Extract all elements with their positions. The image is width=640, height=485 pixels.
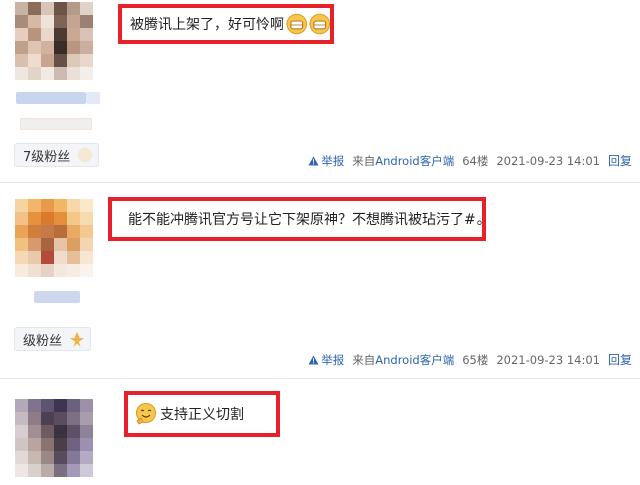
source: 来自Android客户端 bbox=[352, 153, 454, 169]
floor-number: 65楼 bbox=[462, 352, 489, 367]
username-blurred[interactable] bbox=[16, 92, 86, 104]
report-button[interactable]: 举报 bbox=[308, 352, 344, 368]
highlighted-comment: 被腾讯上架了，好可怜啊 bbox=[118, 4, 334, 44]
fan-level-label: 7级粉丝 bbox=[23, 149, 71, 165]
avatar[interactable] bbox=[15, 399, 93, 477]
client-link[interactable]: Android客户端 bbox=[375, 154, 454, 168]
avatar[interactable] bbox=[15, 199, 93, 277]
report-label: 举报 bbox=[321, 153, 345, 168]
warning-icon bbox=[308, 156, 319, 165]
warning-icon bbox=[308, 355, 319, 364]
grin-icon bbox=[286, 13, 308, 35]
reply-link[interactable]: 回复 bbox=[608, 351, 632, 368]
avatar[interactable] bbox=[15, 2, 93, 80]
report-button[interactable]: 举报 bbox=[308, 153, 344, 169]
comment-text-tail: 。 bbox=[476, 212, 491, 228]
post-time: 2021-09-23 14:01 bbox=[496, 153, 600, 168]
post-meta: 举报 来自Android客户端 65楼 2021-09-23 14:01 回复 bbox=[300, 351, 632, 368]
source-prefix: 来自 bbox=[352, 352, 376, 367]
username-blurred[interactable] bbox=[34, 291, 80, 303]
fan-badge-icon bbox=[69, 331, 85, 348]
post-time: 2021-09-23 14:01 bbox=[496, 352, 600, 367]
floor-number: 64楼 bbox=[462, 153, 489, 168]
thumbs-up-face-icon bbox=[136, 403, 156, 425]
client-link[interactable]: Android客户端 bbox=[375, 353, 454, 367]
reply-post: 级粉丝 能不能冲腾讯官方号让它下架原神？不想腾讯被玷污了# 。 举报 来自And… bbox=[0, 183, 640, 378]
fan-level-label: 级粉丝 bbox=[23, 333, 63, 349]
title-blurred bbox=[20, 118, 92, 130]
highlighted-comment: 能不能冲腾讯官方号让它下架原神？不想腾讯被玷污了# 。 bbox=[108, 197, 491, 241]
username-blurred bbox=[86, 92, 100, 104]
comment-text: 被腾讯上架了，好可怜啊 bbox=[130, 17, 284, 33]
highlighted-comment: 支持正义切割 bbox=[124, 391, 280, 437]
source: 来自Android客户端 bbox=[352, 352, 454, 368]
comment-text: 支持正义切割 bbox=[160, 407, 244, 423]
reply-link[interactable]: 回复 bbox=[608, 152, 632, 169]
grin-icon bbox=[308, 13, 330, 35]
reply-post: 7级粉丝 被腾讯上架了，好可怜啊 举报 来自Android客户端 64楼 202… bbox=[0, 0, 640, 182]
reply-post: 支持正义切割 bbox=[0, 379, 640, 485]
fan-level-badge[interactable]: 级粉丝 bbox=[14, 327, 92, 351]
post-meta: 举报 来自Android客户端 64楼 2021-09-23 14:01 回复 bbox=[300, 152, 632, 169]
report-label: 举报 bbox=[321, 352, 345, 367]
source-prefix: 来自 bbox=[352, 153, 376, 168]
fan-level-badge[interactable]: 7级粉丝 bbox=[14, 143, 100, 167]
fan-badge-icon bbox=[78, 147, 93, 163]
comment-text: 能不能冲腾讯官方号让它下架原神？不想腾讯被玷污了# bbox=[128, 212, 476, 228]
